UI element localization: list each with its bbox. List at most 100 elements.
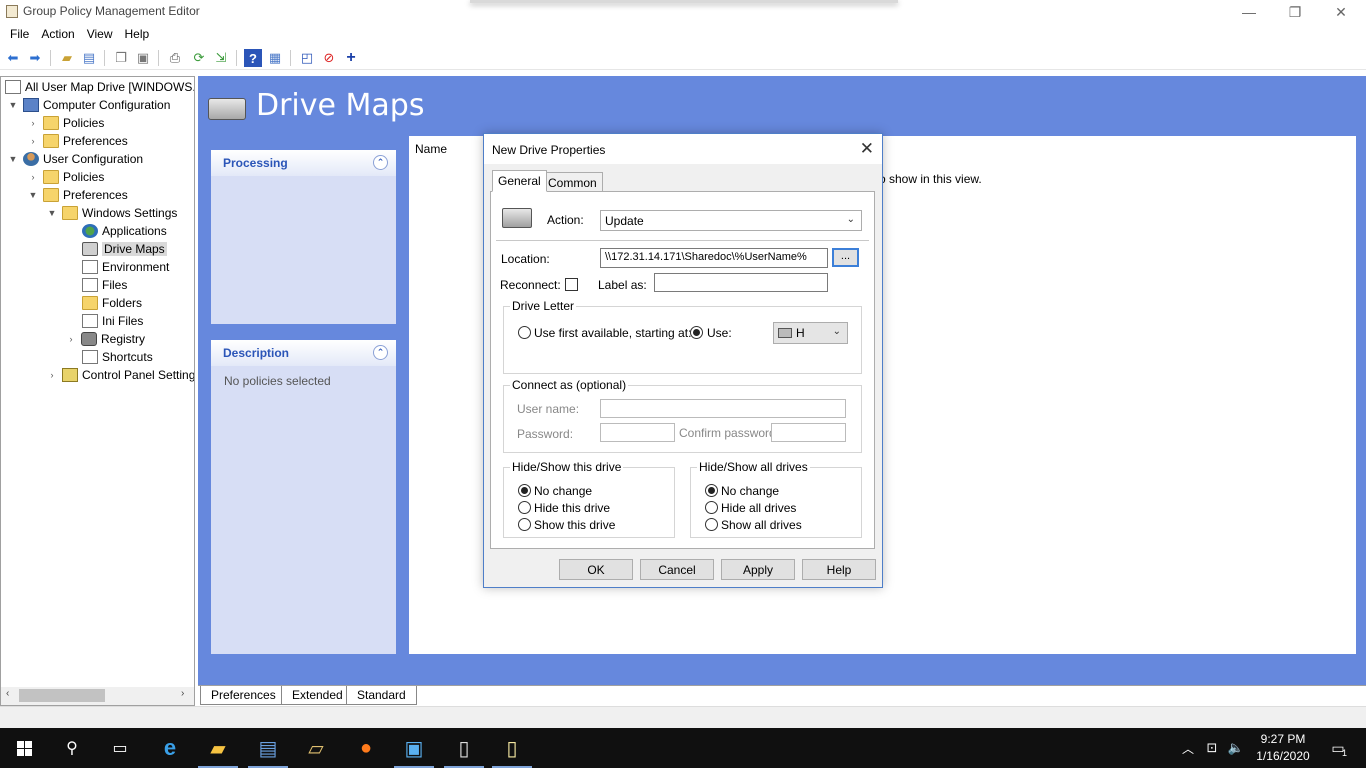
back-arrow-icon[interactable]: ⬅ [4, 49, 22, 67]
tree-item-folders[interactable]: Folders [82, 294, 142, 312]
paste-icon[interactable]: ▣ [134, 49, 152, 67]
active-directory-icon[interactable]: ▣ [390, 728, 438, 768]
tree-item-preferences[interactable]: › Preferences [27, 132, 128, 150]
scrollbar-thumb[interactable] [19, 689, 105, 702]
volume-muted-icon[interactable]: 🔈 [1224, 728, 1248, 768]
tree-item-control-panel-settings[interactable]: › Control Panel Setting [46, 366, 194, 384]
group-policy-editor-icon[interactable]: ▯ [488, 728, 536, 768]
search-icon[interactable]: ⚲ [48, 728, 96, 768]
add-icon[interactable]: + [342, 49, 360, 67]
tree-item-computer-configuration[interactable]: ▼ Computer Configuration [7, 96, 170, 114]
network-icon[interactable]: ⊡ [1200, 728, 1224, 768]
label-as-input[interactable] [654, 273, 828, 292]
file-explorer-icon[interactable]: ▰ [194, 728, 242, 768]
hide-this-drive-radio[interactable] [518, 501, 531, 514]
collapse-arrow-icon[interactable]: ▼ [7, 154, 19, 164]
tab-standard[interactable]: Standard [346, 686, 417, 705]
show-this-drive-radio[interactable] [518, 518, 531, 531]
hide-show-this-drive-group: Hide/Show this drive No change Hide this… [503, 460, 675, 538]
menu-file[interactable]: File [4, 27, 35, 41]
use-letter-radio[interactable] [690, 326, 703, 339]
collapse-arrow-icon[interactable]: ▼ [46, 208, 58, 218]
confirm-password-input[interactable] [771, 423, 846, 442]
stop-icon[interactable]: ⊘ [320, 49, 338, 67]
tab-general[interactable]: General [492, 170, 547, 192]
tree-item-files[interactable]: Files [82, 276, 127, 294]
menu-view[interactable]: View [81, 27, 119, 41]
refresh-icon[interactable]: ⟳ [190, 49, 208, 67]
server-manager-icon[interactable]: ▤ [244, 728, 292, 768]
internet-explorer-icon[interactable]: e [146, 728, 194, 768]
cancel-button[interactable]: Cancel [640, 559, 714, 580]
all-no-change-radio[interactable] [705, 484, 718, 497]
book-icon[interactable]: ▱ [292, 728, 340, 768]
tree-item-environment[interactable]: Environment [82, 258, 169, 276]
action-select[interactable]: Update ⌄ [600, 210, 862, 231]
tree-item-user-policies[interactable]: › Policies [27, 168, 104, 186]
tree-horizontal-scrollbar[interactable]: ‹ › [1, 687, 194, 705]
print-icon[interactable]: ⎙ [166, 49, 184, 67]
name-column-header[interactable]: Name [415, 142, 447, 156]
help-icon[interactable]: ? [244, 49, 262, 67]
minimize-button[interactable]: — [1226, 0, 1272, 24]
export-icon[interactable]: ⇲ [212, 49, 230, 67]
collapse-arrow-icon[interactable]: ▼ [7, 100, 19, 110]
drive-letter-group: Drive Letter Use first available, starti… [503, 299, 862, 374]
tray-overflow-icon[interactable]: ︿ [1176, 728, 1200, 768]
action-center-icon[interactable]: ▭ 1 [1318, 728, 1358, 768]
drive-letter-select[interactable]: H ⌄ [773, 322, 848, 344]
tree-item-applications[interactable]: Applications [82, 222, 167, 240]
tab-preferences[interactable]: Preferences [200, 686, 287, 705]
tree-item-user-configuration[interactable]: ▼ User Configuration [7, 150, 143, 168]
tree-root[interactable]: All User Map Drive [WINDOWS.\ [5, 78, 194, 96]
task-view-icon[interactable]: ▭ [96, 728, 144, 768]
filter-icon[interactable]: ◰ [298, 49, 316, 67]
forward-arrow-icon[interactable]: ➡ [26, 49, 44, 67]
expand-arrow-icon[interactable]: › [65, 334, 77, 344]
tab-extended[interactable]: Extended [281, 686, 354, 705]
reconnect-checkbox[interactable] [565, 278, 578, 291]
clock-time[interactable]: 9:27 PM [1252, 732, 1314, 746]
collapse-chevron-icon[interactable]: ⌃ [373, 345, 388, 360]
show-all-drives-radio[interactable] [705, 518, 718, 531]
menu-help[interactable]: Help [119, 27, 156, 41]
tree-item-user-preferences[interactable]: ▼ Preferences [27, 186, 128, 204]
tree-item-policies[interactable]: › Policies [27, 114, 104, 132]
dialog-close-icon[interactable]: ✕ [860, 139, 874, 159]
expand-arrow-icon[interactable]: › [46, 370, 58, 380]
help-button[interactable]: Help [802, 559, 876, 580]
hide-all-drives-radio[interactable] [705, 501, 718, 514]
apply-button[interactable]: Apply [721, 559, 795, 580]
tree-item-shortcuts[interactable]: Shortcuts [82, 348, 153, 366]
expand-arrow-icon[interactable]: › [27, 118, 39, 128]
browse-button[interactable]: ... [832, 248, 859, 267]
tree-item-drive-maps[interactable]: Drive Maps [82, 240, 167, 258]
expand-arrow-icon[interactable]: › [27, 136, 39, 146]
tree-item-registry[interactable]: › Registry [65, 330, 145, 348]
username-input[interactable] [600, 399, 846, 418]
tree-item-windows-settings[interactable]: ▼ Windows Settings [46, 204, 177, 222]
copy-icon[interactable]: ❐ [112, 49, 130, 67]
expand-arrow-icon[interactable]: › [27, 172, 39, 182]
close-button[interactable]: ✕ [1318, 0, 1364, 24]
up-folder-icon[interactable]: ▰ [58, 49, 76, 67]
collapse-arrow-icon[interactable]: ▼ [27, 190, 39, 200]
properties-icon[interactable]: ▦ [266, 49, 284, 67]
collapse-chevron-icon[interactable]: ⌃ [373, 155, 388, 170]
scroll-left-icon[interactable]: ‹ [6, 688, 9, 699]
scroll-right-icon[interactable]: › [181, 688, 184, 699]
password-input[interactable] [600, 423, 675, 442]
location-input[interactable]: \\172.31.14.171\Sharedoc\%UserName% [600, 248, 828, 268]
firefox-icon[interactable]: ● [342, 728, 390, 768]
menu-action[interactable]: Action [35, 27, 80, 41]
clock-date[interactable]: 1/16/2020 [1252, 749, 1314, 763]
ok-button[interactable]: OK [559, 559, 633, 580]
group-policy-management-icon[interactable]: ▯ [440, 728, 488, 768]
tab-common[interactable]: Common [542, 172, 603, 192]
show-hide-tree-icon[interactable]: ▤ [80, 49, 98, 67]
restore-button[interactable]: ❐ [1272, 0, 1318, 24]
this-no-change-radio[interactable] [518, 484, 531, 497]
start-windows-icon[interactable] [0, 728, 48, 768]
tree-item-ini-files[interactable]: Ini Files [82, 312, 143, 330]
use-first-available-radio[interactable] [518, 326, 531, 339]
